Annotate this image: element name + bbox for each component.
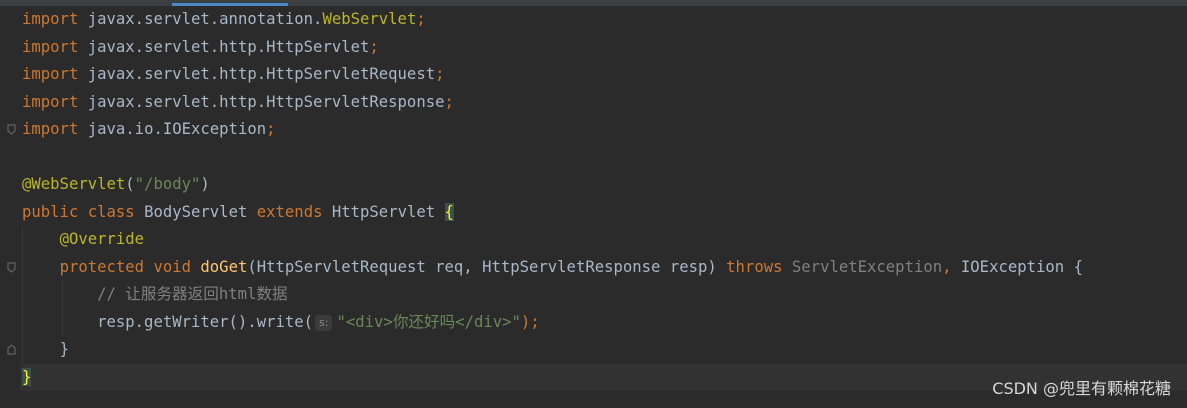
fold-close-icon[interactable]: [7, 124, 16, 135]
code-line-10: protected void doGet(HttpServletRequest …: [59, 258, 1083, 276]
code-line-7: @WebServlet("/body"): [22, 175, 210, 193]
code-line-4: import javax.servlet.http.HttpServletRes…: [22, 93, 454, 111]
code-line-8: public class BodyServlet extends HttpSer…: [22, 203, 454, 221]
watermark: CSDN @兜里有颗棉花糖: [992, 379, 1171, 398]
fold-open-icon[interactable]: [7, 262, 16, 273]
parameter-hint: s:: [315, 315, 333, 331]
code-line-13: }: [59, 340, 69, 358]
code-line-5: import java.io.IOException;: [22, 120, 276, 138]
indent-guide: [62, 281, 63, 336]
indent-guide: [22, 226, 23, 364]
fold-close-icon[interactable]: [7, 344, 16, 355]
matched-brace-close: }: [22, 368, 32, 386]
code-line-12: resp.getWriter().write(s: "<div>你还好吗</div…: [97, 313, 540, 331]
code-line-2: import javax.servlet.http.HttpServlet;: [22, 38, 379, 56]
code-line-3: import javax.servlet.http.HttpServletReq…: [22, 65, 445, 83]
matched-brace: {: [444, 203, 454, 221]
code-line-1: import javax.servlet.annotation.WebServl…: [22, 10, 426, 28]
code-line-9: @Override: [59, 230, 145, 248]
